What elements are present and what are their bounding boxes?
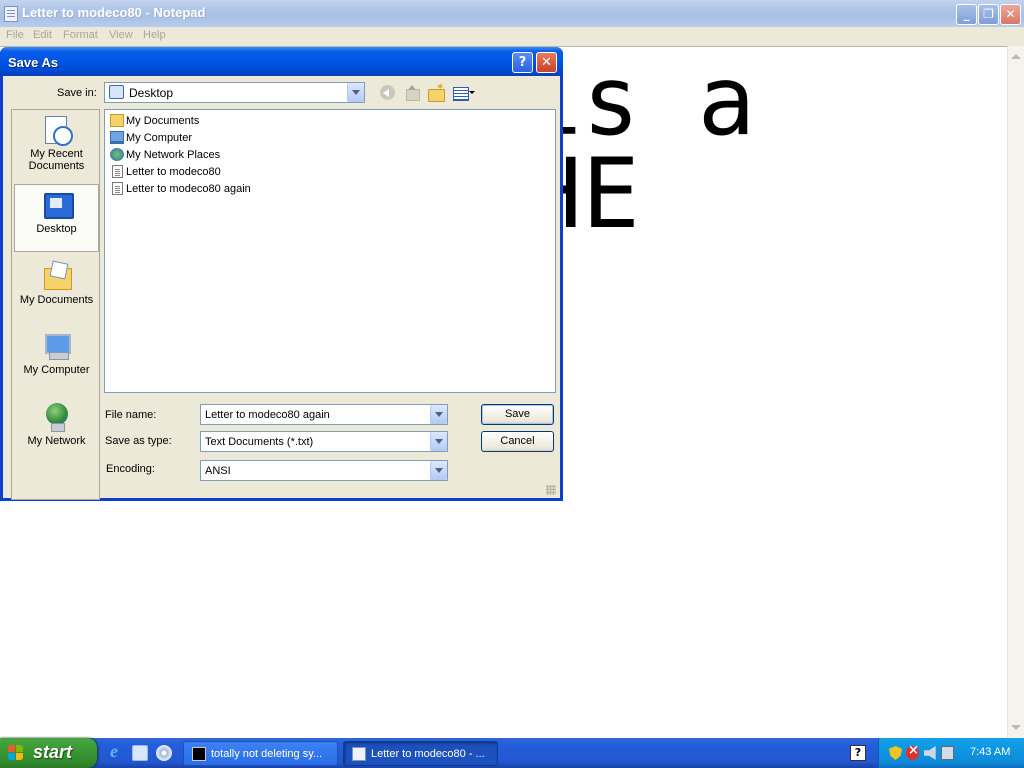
file-name: My Computer	[126, 132, 193, 144]
maximize-button[interactable]: ❐	[978, 4, 999, 25]
file-name-label: File name:	[105, 409, 157, 421]
notepad-titlebar[interactable]: Letter to modeco80 - Notepad _ ❐ ✕	[0, 0, 1024, 27]
place-my-network[interactable]: My Network	[14, 401, 99, 463]
encoding-label: Encoding:	[106, 463, 155, 475]
notepad-icon	[4, 6, 18, 22]
network-icon[interactable]	[941, 746, 954, 760]
text-file-icon	[112, 182, 123, 195]
notepad-menubar: File Edit Format View Help	[0, 27, 1024, 46]
views-menu-icon[interactable]	[452, 85, 475, 101]
file-name: Letter to modeco80 again	[126, 183, 251, 195]
menu-edit[interactable]: Edit	[33, 29, 52, 41]
start-label: start	[33, 742, 73, 762]
chevron-down-icon[interactable]	[430, 461, 447, 480]
explorer-icon[interactable]	[132, 745, 148, 761]
windows-logo-icon	[8, 745, 24, 761]
folder-icon	[110, 114, 124, 127]
my-network-icon	[41, 401, 73, 433]
desktop-icon	[41, 189, 74, 221]
file-name-input[interactable]: Letter to modeco80 again	[200, 404, 448, 425]
dialog-title: Save As	[8, 55, 59, 70]
menu-format[interactable]: Format	[63, 29, 98, 41]
task-label: totally not deleting sy...	[211, 748, 323, 760]
recent-documents-icon	[41, 114, 73, 146]
close-button[interactable]: ✕	[1000, 4, 1021, 25]
save-in-label: Save in:	[57, 87, 97, 99]
save-button[interactable]: Save	[481, 404, 554, 425]
place-label: My Recent Documents	[28, 148, 85, 172]
cancel-button[interactable]: Cancel	[481, 431, 554, 452]
file-name: My Network Places	[126, 149, 221, 161]
chevron-down-icon[interactable]	[347, 83, 364, 102]
task-label: Letter to modeco80 - ...	[371, 748, 485, 760]
new-folder-icon[interactable]	[427, 82, 445, 102]
dialog-titlebar[interactable]: Save As ? ✕	[0, 47, 563, 76]
encoding-select[interactable]: ANSI	[200, 460, 448, 481]
scroll-up-icon[interactable]	[1011, 54, 1021, 59]
my-computer-icon	[41, 330, 73, 362]
up-folder-icon[interactable]	[403, 85, 421, 101]
file-list[interactable]: My Documents My Computer My Network Plac…	[104, 109, 556, 393]
taskbar: start totally not deleting sy... Letter …	[0, 738, 1024, 768]
security-alert-icon[interactable]	[906, 743, 919, 760]
desktop-icon	[109, 85, 124, 99]
place-label: My Network	[27, 435, 86, 447]
save-in-value: Desktop	[129, 86, 174, 100]
place-my-documents[interactable]: My Documents	[14, 260, 99, 322]
place-my-computer[interactable]: My Computer	[14, 330, 99, 392]
chevron-down-icon[interactable]	[430, 432, 447, 451]
taskbar-item-command-prompt[interactable]: totally not deleting sy...	[183, 741, 338, 766]
notepad-icon	[352, 747, 366, 761]
dialog-close-button[interactable]: ✕	[536, 52, 557, 73]
place-label: Desktop	[36, 223, 77, 235]
menu-view[interactable]: View	[109, 29, 133, 41]
media-player-icon[interactable]	[156, 745, 172, 761]
command-prompt-icon	[192, 747, 206, 761]
scroll-down-icon[interactable]	[1011, 725, 1021, 730]
menu-help[interactable]: Help	[143, 29, 166, 41]
places-bar: My Recent Documents Desktop My Documents…	[11, 109, 100, 500]
menu-file[interactable]: File	[6, 29, 24, 41]
help-icon[interactable]: ?	[850, 745, 866, 761]
minimize-button[interactable]: _	[956, 4, 977, 25]
save-in-dropdown[interactable]: Desktop	[104, 82, 365, 103]
clock: 7:43 AM	[970, 746, 1011, 758]
place-desktop[interactable]: Desktop	[14, 184, 99, 252]
text-file-icon	[112, 165, 123, 178]
network-icon	[110, 148, 124, 161]
place-label: My Documents	[19, 294, 94, 306]
save-as-type-value: Text Documents (*.txt)	[205, 436, 314, 448]
save-as-type-label: Save as type:	[105, 435, 172, 447]
file-name: Letter to modeco80	[126, 166, 221, 178]
chevron-down-icon[interactable]	[430, 405, 447, 424]
encoding-value: ANSI	[205, 465, 231, 477]
system-tray: 7:43 AM	[878, 738, 1024, 768]
place-my-recent-documents[interactable]: My Recent Documents	[14, 114, 99, 180]
start-button[interactable]: start	[0, 738, 97, 768]
my-documents-icon	[41, 260, 73, 292]
save-as-dialog: Save As ? ✕ Save in: Desktop My Recent D…	[0, 47, 563, 501]
place-label: My Computer	[23, 364, 90, 376]
notepad-title: Letter to modeco80 - Notepad	[22, 5, 206, 20]
file-name: My Documents	[126, 115, 200, 127]
help-button[interactable]: ?	[512, 52, 533, 73]
taskbar-item-notepad[interactable]: Letter to modeco80 - ...	[343, 741, 498, 766]
back-icon[interactable]	[379, 85, 397, 101]
security-shield-icon[interactable]	[889, 746, 902, 760]
vertical-scrollbar[interactable]	[1007, 46, 1024, 738]
volume-icon[interactable]	[924, 746, 936, 760]
save-as-type-select[interactable]: Text Documents (*.txt)	[200, 431, 448, 452]
resize-grip-icon[interactable]	[546, 485, 556, 495]
internet-explorer-icon[interactable]	[108, 741, 124, 762]
computer-icon	[110, 131, 124, 144]
file-name-value: Letter to modeco80 again	[205, 409, 330, 421]
